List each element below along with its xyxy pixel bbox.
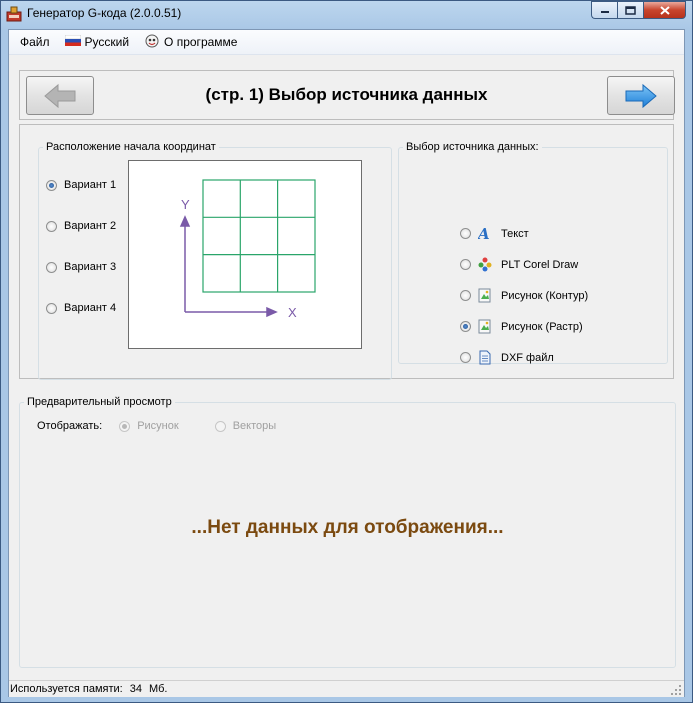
app-icon [6, 6, 22, 22]
client-area: Файл Русский О программе (стр. 1) Выбор … [8, 29, 685, 697]
memory-value: 34 [129, 683, 142, 695]
header-panel: (стр. 1) Выбор источника данных [19, 70, 675, 120]
menu-file[interactable]: Файл [14, 32, 56, 52]
source-dxf-radio[interactable] [460, 352, 471, 363]
preview-group-legend: Предварительный просмотр [27, 396, 172, 408]
status-bar: Используется памяти: 34 Мб. [9, 680, 684, 697]
corel-icon [478, 257, 492, 272]
source-plt-radio[interactable] [460, 259, 471, 270]
preview-mode-row: Отображать: Рисунок Векторы [37, 420, 276, 432]
origin-option-1-radio[interactable] [46, 179, 57, 191]
origin-option-2[interactable]: Вариант 2 [46, 220, 116, 232]
source-plt-label: PLT Corel Draw [501, 258, 579, 271]
menu-bar: Файл Русский О программе [9, 30, 684, 55]
image-contour-icon [478, 288, 492, 303]
close-icon [659, 5, 670, 15]
origin-option-2-radio[interactable] [46, 220, 57, 232]
source-raster-label: Рисунок (Растр) [501, 320, 583, 333]
preview-mode-vectors-label: Векторы [232, 420, 277, 432]
resize-grip-icon[interactable] [670, 684, 682, 696]
empty-preview-message: ...Нет данных для отображения... [191, 517, 504, 538]
preview-mode-image-label: Рисунок [137, 420, 179, 432]
menu-about[interactable]: О программе [138, 32, 243, 52]
origin-option-2-label: Вариант 2 [64, 220, 117, 232]
origin-option-4-label: Вариант 4 [64, 302, 117, 314]
source-option-plt[interactable]: PLT Corel Draw [460, 257, 578, 272]
source-text-label: Текст [501, 227, 529, 240]
source-option-text[interactable]: A Текст [460, 225, 529, 243]
app-window: Генератор G-кода (2.0.0.51) Файл Русский [0, 0, 693, 703]
dxf-file-icon [478, 350, 492, 365]
memory-label: Используется памяти: [10, 683, 123, 695]
title-bar[interactable]: Генератор G-кода (2.0.0.51) [1, 1, 692, 27]
axis-x-label: X [288, 305, 297, 320]
window-controls [591, 1, 686, 20]
origin-option-3-radio[interactable] [46, 261, 57, 273]
axis-y-label: Y [181, 197, 190, 212]
menu-language-label: Русский [84, 35, 130, 49]
source-contour-radio[interactable] [460, 290, 471, 301]
origin-option-4[interactable]: Вариант 4 [46, 302, 116, 314]
maximize-icon [625, 5, 636, 15]
page-title: (стр. 1) Выбор источника данных [205, 85, 488, 104]
origin-group-legend: Расположение начала координат [46, 141, 216, 153]
source-contour-label: Рисунок (Контур) [501, 289, 589, 302]
preview-show-label: Отображать: [37, 420, 103, 432]
origin-option-3[interactable]: Вариант 3 [46, 261, 116, 273]
source-dxf-label: DXF файл [501, 351, 554, 364]
text-icon: A [476, 225, 492, 243]
coordinate-axes [179, 215, 278, 318]
origin-option-3-label: Вариант 3 [64, 261, 117, 273]
next-button[interactable] [607, 76, 675, 115]
preview-mode-image-radio[interactable] [119, 420, 131, 432]
image-raster-icon [478, 319, 492, 334]
minimize-button[interactable] [591, 1, 617, 19]
coordinate-grid [202, 179, 316, 293]
memory-unit: Мб. [148, 683, 168, 695]
menu-language[interactable]: Русский [59, 32, 136, 52]
window-title: Генератор G-кода (2.0.0.51) [27, 6, 182, 20]
russian-flag-icon [64, 34, 81, 49]
source-option-raster[interactable]: Рисунок (Растр) [460, 319, 583, 334]
close-button[interactable] [643, 1, 686, 19]
source-group-legend: Выбор источника данных: [406, 141, 539, 153]
source-text-radio[interactable] [460, 228, 471, 239]
about-icon [144, 33, 160, 52]
svg-text:A: A [478, 226, 490, 241]
maximize-button[interactable] [617, 1, 643, 19]
main-panel: Расположение начала координат Вариант 1 … [19, 124, 674, 380]
menu-about-label: О программе [164, 35, 238, 49]
coordinate-diagram: Y X [179, 179, 316, 320]
preview-mode-vectors-radio[interactable] [214, 420, 226, 432]
source-option-dxf[interactable]: DXF файл [460, 350, 554, 365]
minimize-icon [600, 11, 609, 13]
menu-file-label: Файл [20, 35, 50, 49]
source-option-contour[interactable]: Рисунок (Контур) [460, 288, 588, 303]
source-raster-radio[interactable] [460, 321, 471, 332]
arrow-right-icon [625, 83, 657, 108]
origin-option-1-label: Вариант 1 [64, 179, 117, 191]
origin-option-1[interactable]: Вариант 1 [46, 179, 116, 191]
origin-preview-box: Y X [128, 160, 362, 349]
origin-option-4-radio[interactable] [46, 302, 57, 314]
